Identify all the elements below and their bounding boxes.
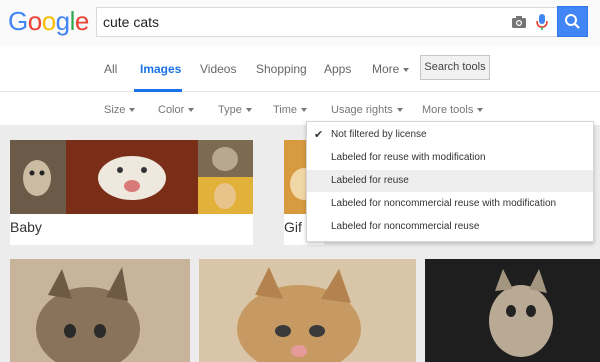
logo-letter: g xyxy=(55,6,70,36)
menu-item-label: Not filtered by license xyxy=(331,129,427,140)
menu-item-not-filtered[interactable]: ✔ Not filtered by license xyxy=(307,124,593,146)
image-result[interactable] xyxy=(10,259,190,362)
chevron-down-icon xyxy=(129,108,136,113)
image-result[interactable] xyxy=(199,259,416,362)
chevron-down-icon xyxy=(245,108,252,113)
top-bar: Google cute cats xyxy=(0,0,600,46)
kitten-thumbnails xyxy=(10,140,253,214)
filter-color[interactable]: Color xyxy=(158,104,195,116)
google-logo[interactable]: Google xyxy=(8,6,89,37)
menu-item-label: Labeled for reuse with modification xyxy=(331,152,486,163)
filter-label: Color xyxy=(158,104,185,116)
tab-videos[interactable]: Videos xyxy=(200,62,236,76)
search-button[interactable] xyxy=(557,6,588,37)
tab-shopping[interactable]: Shopping xyxy=(256,62,307,76)
checkmark-icon: ✔ xyxy=(314,129,324,141)
chevron-down-icon xyxy=(396,108,403,113)
logo-letter: o xyxy=(41,6,56,36)
menu-item-label: Labeled for reuse xyxy=(331,175,409,186)
tab-more-label: More xyxy=(372,62,400,76)
menu-item-noncommercial-reuse[interactable]: Labeled for noncommercial reuse xyxy=(307,216,593,238)
menu-item-reuse[interactable]: Labeled for reuse xyxy=(307,170,593,192)
microphone-icon[interactable] xyxy=(535,13,549,31)
filter-usage-rights[interactable]: Usage rights xyxy=(331,104,403,116)
filter-label: Usage rights xyxy=(331,104,393,116)
menu-item-label: Labeled for noncommercial reuse xyxy=(331,221,480,232)
search-tabs: All Images Videos Shopping Apps More Sea… xyxy=(0,46,600,92)
camera-icon[interactable] xyxy=(511,15,527,29)
image-result[interactable] xyxy=(425,259,600,362)
usage-rights-menu: ✔ Not filtered by license Labeled for re… xyxy=(306,121,594,242)
related-label: Baby xyxy=(10,219,42,235)
chevron-down-icon xyxy=(477,108,484,113)
menu-item-reuse-with-modification[interactable]: Labeled for reuse with modification xyxy=(307,147,593,169)
filter-size[interactable]: Size xyxy=(104,104,136,116)
tab-all[interactable]: All xyxy=(104,62,117,76)
tab-apps[interactable]: Apps xyxy=(324,62,351,76)
menu-item-noncommercial-reuse-with-modification[interactable]: Labeled for noncommercial reuse with mod… xyxy=(307,193,593,215)
filter-more-tools[interactable]: More tools xyxy=(422,104,484,116)
search-icon xyxy=(565,14,580,29)
search-tools-button[interactable]: Search tools xyxy=(420,55,490,80)
filter-type[interactable]: Type xyxy=(218,104,252,116)
tab-more[interactable]: More xyxy=(372,62,410,76)
filter-label: More tools xyxy=(422,104,474,116)
related-card-baby[interactable]: Baby xyxy=(10,140,253,245)
filter-label: Type xyxy=(218,104,242,116)
logo-letter: o xyxy=(27,6,42,36)
menu-item-label: Labeled for noncommercial reuse with mod… xyxy=(331,198,557,209)
filter-label: Time xyxy=(273,104,298,116)
related-label: Gif xyxy=(284,219,302,235)
chevron-down-icon xyxy=(403,67,410,72)
filter-time[interactable]: Time xyxy=(273,104,308,116)
logo-letter: G xyxy=(8,6,28,36)
search-box[interactable]: cute cats xyxy=(96,7,557,37)
chevron-down-icon xyxy=(301,108,308,113)
tab-images[interactable]: Images xyxy=(140,62,181,76)
logo-letter: e xyxy=(74,6,89,36)
filter-label: Size xyxy=(104,104,126,116)
search-input[interactable]: cute cats xyxy=(103,14,159,30)
chevron-down-icon xyxy=(188,108,195,113)
